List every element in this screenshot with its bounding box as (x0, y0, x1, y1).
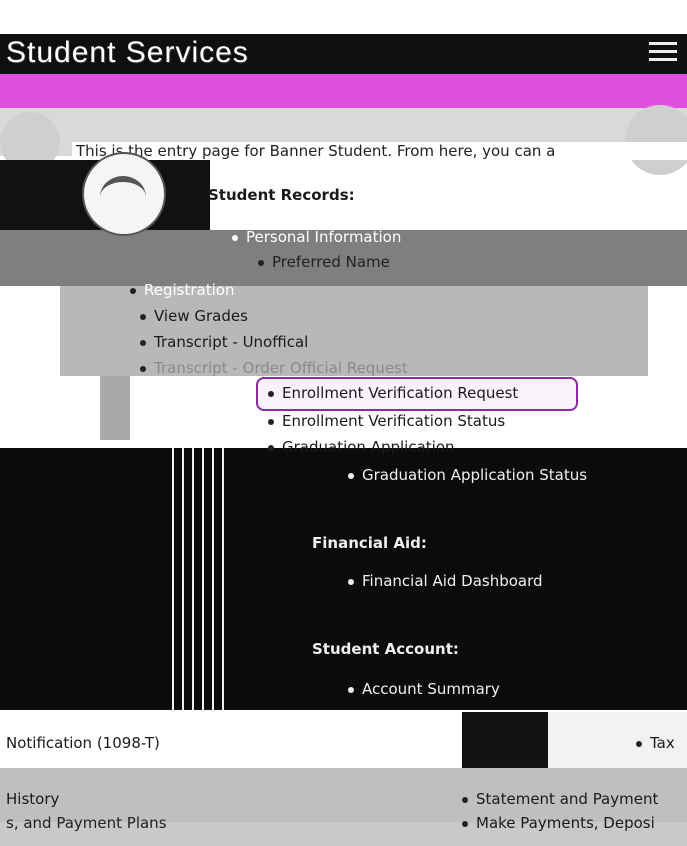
link-transcript-official[interactable]: Transcript - Order Official Request (140, 359, 408, 377)
link-graduation-application-status[interactable]: Graduation Application Status (348, 466, 587, 484)
page-title: Student Services (6, 36, 249, 69)
link-history[interactable]: History (6, 790, 59, 808)
link-label[interactable]: Statement and Payment (476, 790, 658, 808)
student-records-heading: Student Records: (208, 186, 355, 204)
link-label[interactable]: Account Summary (362, 680, 500, 698)
bullet-icon (348, 686, 354, 693)
link-label[interactable]: Preferred Name (272, 253, 390, 271)
bullet-icon (348, 472, 354, 479)
link-label[interactable]: Transcript - Unoffical (154, 333, 308, 351)
hamburger-menu-icon[interactable] (649, 42, 677, 62)
bullet-icon (140, 339, 146, 346)
link-payment-plans[interactable]: s, and Payment Plans (6, 814, 167, 832)
glitch-stripes (168, 448, 228, 710)
link-personal-information[interactable]: Personal Information (232, 228, 401, 246)
logo-icon (82, 152, 166, 236)
link-view-grades[interactable]: View Grades (140, 307, 248, 325)
link-label[interactable]: Make Payments, Deposi (476, 814, 655, 832)
link-graduation-application[interactable]: Graduation Application (268, 438, 455, 456)
link-transcript-unofficial[interactable]: Transcript - Unoffical (140, 333, 308, 351)
link-label[interactable]: Personal Information (246, 228, 401, 246)
link-registration[interactable]: Registration (130, 281, 234, 299)
link-enrollment-verification-status[interactable]: Enrollment Verification Status (268, 412, 505, 430)
link-tax-notification[interactable]: Notification (1098-T) (6, 734, 160, 752)
intro-text: This is the entry page for Banner Studen… (72, 142, 687, 160)
link-label[interactable]: Registration (144, 281, 234, 299)
bullet-icon (462, 820, 468, 827)
bullet-icon (268, 390, 274, 397)
link-account-summary[interactable]: Account Summary (348, 680, 500, 698)
bullet-icon (636, 740, 642, 747)
link-label[interactable]: Tax (650, 734, 675, 752)
bullet-icon (140, 365, 146, 372)
link-preferred-name[interactable]: Preferred Name (258, 253, 390, 271)
financial-aid-heading: Financial Aid: (312, 534, 427, 552)
link-label[interactable]: View Grades (154, 307, 248, 325)
right-rounded-decoration (625, 105, 687, 175)
header-accent-bar (0, 74, 687, 108)
link-label[interactable]: Graduation Application (282, 438, 455, 456)
bullet-icon (268, 444, 274, 451)
gray-bar (100, 376, 130, 440)
bullet-icon (258, 259, 264, 266)
header-top-bar (0, 0, 687, 34)
link-tax[interactable]: Tax (636, 734, 675, 752)
link-enrollment-verification-request[interactable]: Enrollment Verification Request (268, 384, 518, 402)
link-label[interactable]: Transcript - Order Official Request (154, 359, 408, 377)
bullet-icon (268, 418, 274, 425)
student-account-heading: Student Account: (312, 640, 459, 658)
link-statement-and-payment[interactable]: Statement and Payment (462, 790, 658, 808)
link-label[interactable]: Graduation Application Status (362, 466, 587, 484)
link-financial-aid-dashboard[interactable]: Financial Aid Dashboard (348, 572, 543, 590)
bullet-icon (348, 578, 354, 585)
link-label[interactable]: Enrollment Verification Status (282, 412, 505, 430)
link-make-payments[interactable]: Make Payments, Deposi (462, 814, 655, 832)
link-label[interactable]: Enrollment Verification Request (282, 384, 518, 402)
bullet-icon (130, 287, 136, 294)
bullet-icon (462, 796, 468, 803)
link-label[interactable]: Financial Aid Dashboard (362, 572, 543, 590)
bullet-icon (140, 313, 146, 320)
dark-main-panel (0, 448, 687, 710)
bottom-dark-block (462, 712, 548, 768)
bullet-icon (232, 234, 238, 241)
